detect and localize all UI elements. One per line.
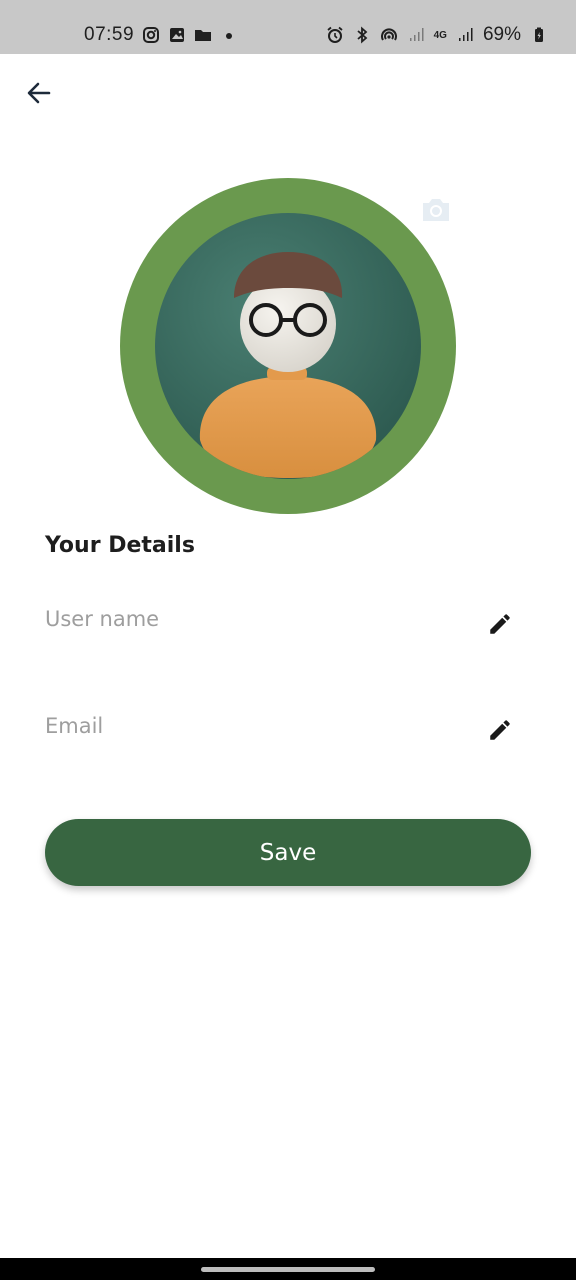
status-left: 07:59 bbox=[84, 24, 238, 46]
home-handle[interactable] bbox=[201, 1267, 375, 1272]
status-bar: 07:59 4G 69% bbox=[0, 0, 576, 54]
status-right: 4G 69% bbox=[326, 24, 548, 46]
camera-icon bbox=[420, 199, 452, 228]
gallery-icon bbox=[168, 26, 186, 44]
network-type: 4G bbox=[433, 29, 447, 41]
email-input[interactable] bbox=[45, 704, 465, 748]
signal-icon-1 bbox=[407, 26, 425, 44]
alarm-icon bbox=[326, 26, 344, 44]
pencil-icon bbox=[487, 717, 513, 747]
profile-avatar[interactable] bbox=[120, 178, 456, 514]
edit-username-button[interactable] bbox=[483, 609, 517, 643]
bluetooth-icon bbox=[353, 26, 371, 44]
signal-icon-2 bbox=[456, 26, 474, 44]
navigation-bar bbox=[0, 1258, 576, 1280]
dot-icon bbox=[220, 26, 238, 44]
change-photo-button[interactable] bbox=[420, 196, 452, 224]
username-field bbox=[45, 597, 531, 657]
edit-email-button[interactable] bbox=[483, 715, 517, 749]
pencil-icon bbox=[487, 611, 513, 641]
folder-icon bbox=[194, 26, 212, 44]
hotspot-icon bbox=[380, 26, 398, 44]
back-button[interactable] bbox=[22, 78, 56, 112]
arrow-left-icon bbox=[26, 80, 52, 110]
battery-percent: 69% bbox=[482, 24, 521, 45]
status-time: 07:59 bbox=[84, 24, 135, 45]
save-button[interactable]: Save bbox=[45, 819, 531, 886]
battery-icon bbox=[530, 26, 548, 44]
section-title: Your Details bbox=[45, 533, 195, 558]
instagram-icon bbox=[142, 26, 160, 44]
email-field bbox=[45, 704, 531, 764]
username-input[interactable] bbox=[45, 597, 465, 641]
